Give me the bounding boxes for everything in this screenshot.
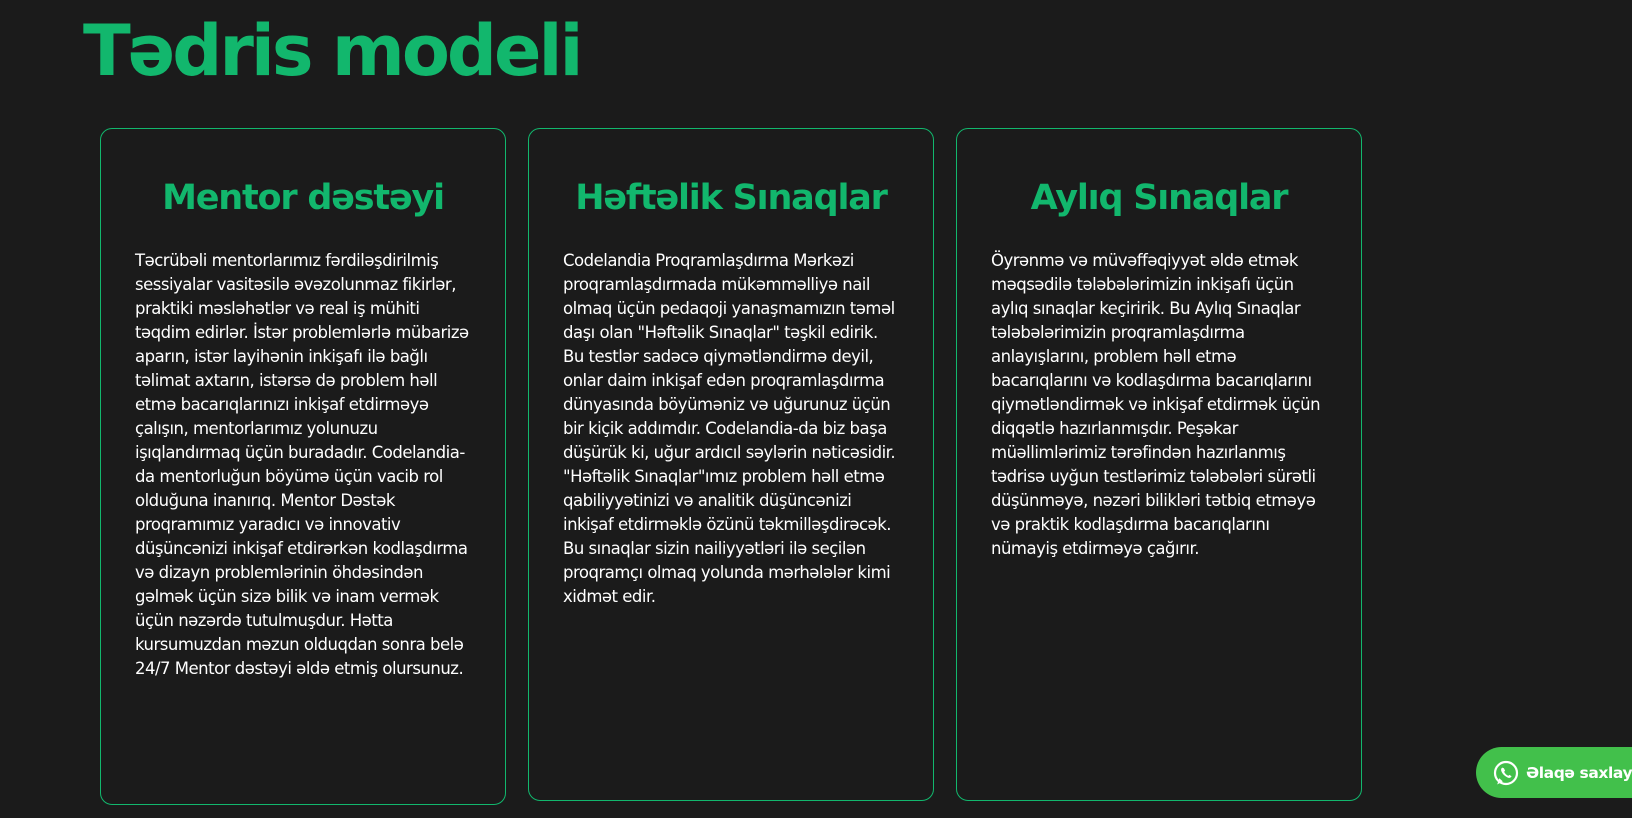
page: Tədris modeli Mentor dəstəyi Təcrübəli m…	[0, 0, 1632, 818]
whatsapp-contact-button[interactable]: Əlaqə saxlayın	[1476, 747, 1632, 798]
whatsapp-icon	[1492, 759, 1520, 787]
card-text: Öyrənmə və müvəffəqiyyət əldə etmək məqs…	[991, 251, 1321, 558]
card-text: Codelandia Proqramlaşdırma Mərkəzi proqr…	[563, 251, 896, 606]
card-monthly-tests: Aylıq Sınaqlar Öyrənmə və müvəffəqiyyət …	[956, 128, 1362, 801]
card-title: Mentor dəstəyi	[162, 178, 445, 218]
card-title: Həftəlik Sınaqlar	[575, 178, 888, 218]
card-text: Təcrübəli mentorlarımız fərdiləşdirilmiş…	[135, 251, 469, 678]
card-mentor-support: Mentor dəstəyi Təcrübəli mentorlarımız f…	[100, 128, 506, 805]
card-weekly-tests: Həftəlik Sınaqlar Codelandia Proqramlaşd…	[528, 128, 934, 801]
section-title: Tədris modeli	[83, 10, 583, 92]
whatsapp-label: Əlaqə saxlayın	[1526, 763, 1632, 782]
card-title: Aylıq Sınaqlar	[1030, 178, 1289, 218]
